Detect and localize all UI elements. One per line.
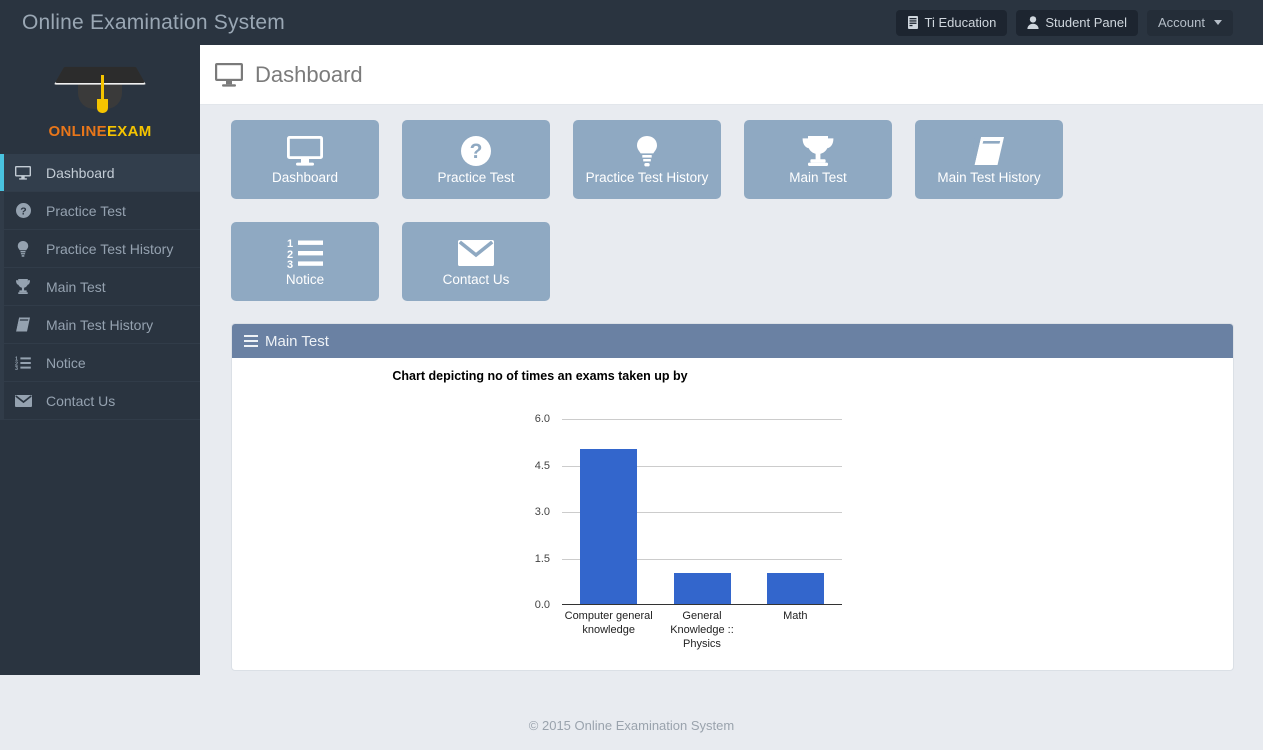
chart-x-label: General Knowledge :: Physics <box>670 610 734 650</box>
sidebar-item-label: Main Test <box>46 278 106 295</box>
sidebar-logo[interactable]: ONLINEEXAM <box>0 45 200 154</box>
book-icon <box>973 134 1005 168</box>
envelope-icon <box>458 236 494 270</box>
ordered-list-icon: 1 2 3 <box>0 356 46 370</box>
student-panel-button[interactable]: Student Panel <box>1016 9 1139 36</box>
page-header: Dashboard <box>200 45 1263 105</box>
svg-text:3: 3 <box>287 259 293 268</box>
chart-y-tick: 0.0 <box>534 599 550 611</box>
logo-text-online: ONLINE <box>48 123 107 140</box>
panel-body: Chart depicting no of times an exams tak… <box>232 358 1233 670</box>
sidebar-item-label: Main Test History <box>46 316 154 333</box>
envelope-icon <box>0 394 46 407</box>
monitor-icon <box>287 134 323 168</box>
tile-dashboard[interactable]: Dashboard <box>231 120 379 199</box>
chart-x-label: Computer general knowledge <box>564 610 653 636</box>
app-title: Online Examination System <box>22 10 285 34</box>
tile-label: Main Test <box>789 170 847 185</box>
logo-text-exam: EXAM <box>106 123 152 140</box>
graduation-cap-icon <box>52 57 148 119</box>
svg-text:?: ? <box>20 205 26 217</box>
chart-bar[interactable] <box>580 449 638 604</box>
ti-education-button[interactable]: Ti Education <box>895 9 1008 36</box>
logo-text: ONLINEEXAM <box>48 123 151 140</box>
lightbulb-icon <box>636 134 658 168</box>
sidebar-item-main-test-history[interactable]: Main Test History <box>0 306 200 344</box>
sidebar-item-dashboard[interactable]: Dashboard <box>0 154 200 192</box>
tile-label: Notice <box>285 272 325 287</box>
chevron-down-icon <box>1214 20 1222 25</box>
trophy-icon <box>801 134 835 168</box>
header-button-group: Ti Education Student Panel Account <box>895 9 1263 36</box>
sidebar-item-practice-test-history[interactable]: Practice Test History <box>0 230 200 268</box>
svg-text:3: 3 <box>15 366 18 370</box>
chart-gridline <box>562 419 842 420</box>
ordered-list-icon: 1 2 3 <box>287 236 323 270</box>
sidebar-item-notice[interactable]: 1 2 3 Notice <box>0 344 200 382</box>
chart-y-tick: 6.0 <box>534 413 550 425</box>
chart-bar[interactable] <box>766 573 824 604</box>
tile-label: Main Test History <box>937 170 1041 185</box>
sidebar-nav: Dashboard ? Practice Test Practice Test … <box>0 154 200 420</box>
chart-bar[interactable] <box>673 573 731 604</box>
account-label: Account <box>1158 15 1205 30</box>
tile-label: Dashboard <box>271 170 339 185</box>
chart-y-tick: 1.5 <box>534 552 550 565</box>
chart-plot-area: 0.0 1.5 3.0 4.5 6.0 Computer general knowledg… <box>535 413 842 650</box>
tile-main-test[interactable]: Main Test <box>744 120 892 199</box>
student-panel-label: Student Panel <box>1045 15 1128 30</box>
book-icon <box>0 317 46 332</box>
shortcut-tiles: Dashboard ? Practice Test Practice Test … <box>231 120 1233 301</box>
user-icon <box>1027 16 1039 29</box>
monitor-icon <box>215 62 243 87</box>
top-header-bar: Online Examination System Ti Education S… <box>0 0 1263 45</box>
sidebar-item-label: Practice Test History <box>46 240 174 257</box>
tile-practice-test-history[interactable]: Practice Test History <box>573 120 721 199</box>
question-circle-icon: ? <box>461 134 491 168</box>
question-circle-icon: ? <box>0 203 46 218</box>
tile-notice[interactable]: 1 2 3 Notice <box>231 222 379 301</box>
lightbulb-icon <box>0 240 46 257</box>
sidebar-item-practice-test[interactable]: ? Practice Test <box>0 192 200 230</box>
panel-title: Main Test <box>265 332 329 350</box>
sidebar-item-label: Notice <box>46 354 86 371</box>
account-dropdown-button[interactable]: Account <box>1147 9 1233 36</box>
hamburger-icon <box>244 335 258 347</box>
ti-education-label: Ti Education <box>924 15 997 30</box>
sidebar: ONLINEEXAM Dashboard ? Practice Test Pra… <box>0 45 200 675</box>
attempts-bar-chart: Chart depicting no of times an exams tak… <box>232 358 932 670</box>
page-title: Dashboard <box>255 61 363 87</box>
monitor-icon <box>0 165 46 180</box>
sidebar-item-contact-us[interactable]: Contact Us <box>0 382 200 420</box>
sidebar-item-label: Contact Us <box>46 392 116 409</box>
chart-y-tick: 3.0 <box>534 506 550 518</box>
panel-header: Main Test <box>232 324 1233 358</box>
page-footer: © 2015 Online Examination System <box>0 700 1263 750</box>
sidebar-item-main-test[interactable]: Main Test <box>0 268 200 306</box>
main-content: Dashboard ? Practice Test Practice Test … <box>200 105 1263 695</box>
main-test-panel: Main Test Chart depicting no of times an… <box>231 323 1234 671</box>
tile-contact-us[interactable]: Contact Us <box>402 222 550 301</box>
tile-label: Practice Test <box>437 170 515 185</box>
trophy-icon <box>0 279 46 294</box>
building-icon <box>907 16 919 29</box>
footer-copyright: © 2015 Online Examination System <box>528 717 735 733</box>
tile-main-test-history[interactable]: Main Test History <box>915 120 1063 199</box>
svg-text:?: ? <box>470 140 483 163</box>
tile-label: Practice Test History <box>585 170 709 185</box>
tile-label: Contact Us <box>442 272 510 287</box>
chart-y-tick: 4.5 <box>534 459 550 472</box>
sidebar-item-label: Dashboard <box>46 164 115 181</box>
chart-x-label: Math <box>783 610 808 622</box>
chart-title: Chart depicting no of times an exams tak… <box>392 369 688 383</box>
tile-practice-test[interactable]: ? Practice Test <box>402 120 550 199</box>
sidebar-item-label: Practice Test <box>46 202 126 219</box>
